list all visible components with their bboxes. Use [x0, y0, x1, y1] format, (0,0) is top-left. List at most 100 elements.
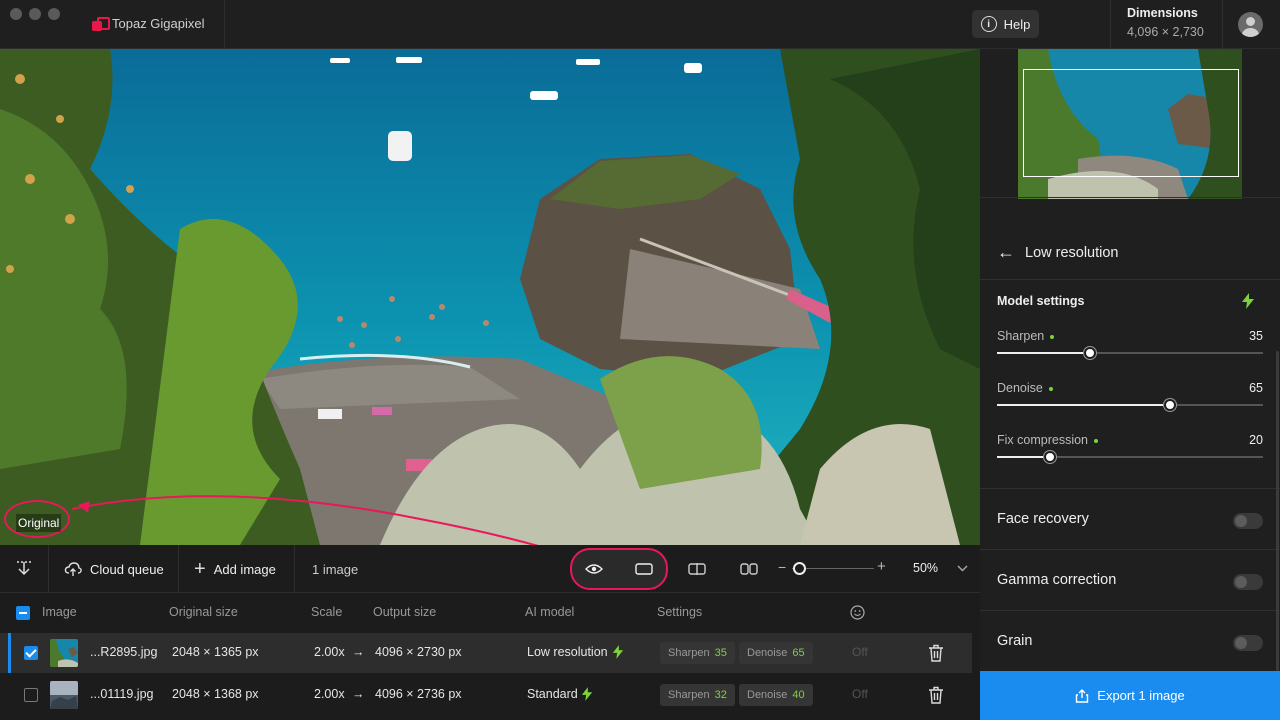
scale-value[interactable]: 2.00x	[314, 687, 345, 701]
add-image-button[interactable]: + Add image	[194, 545, 276, 593]
panel-divider	[980, 279, 1280, 280]
column-scale[interactable]: Scale	[311, 605, 342, 619]
navigator-viewport[interactable]	[1023, 69, 1239, 177]
sharpen-chip-label: Sharpen	[668, 647, 710, 659]
single-view-button[interactable]	[632, 557, 656, 581]
denoise-value: 65	[1249, 381, 1263, 395]
face-recovery-label: Face recovery	[997, 511, 1089, 527]
dimensions-value: 4,096 × 2,730	[1127, 25, 1204, 39]
topaz-logo-icon	[92, 16, 110, 31]
split-view-icon	[688, 563, 706, 575]
sharpen-chip: Sharpen 32	[660, 684, 735, 706]
panel-scrollbar[interactable]	[1276, 351, 1279, 671]
info-icon: i	[980, 16, 997, 32]
column-image[interactable]: Image	[42, 605, 77, 619]
table-row[interactable]: ...01119.jpg 2048 × 1368 px 2.00x → 4096…	[0, 675, 972, 715]
ai-model[interactable]: Standard	[527, 687, 578, 701]
title-divider	[1222, 0, 1223, 49]
zoom-level[interactable]: 50%	[913, 561, 938, 575]
download-button[interactable]	[14, 545, 34, 593]
trash-icon[interactable]	[928, 644, 944, 662]
column-output-size[interactable]: Output size	[373, 605, 436, 619]
column-settings[interactable]: Settings	[657, 605, 702, 619]
split-view-button[interactable]	[685, 557, 709, 581]
close-window-button[interactable]	[10, 8, 22, 20]
help-label: Help	[1003, 16, 1031, 32]
lightning-icon	[581, 687, 593, 701]
panel-divider	[980, 197, 1280, 198]
denoise-chip: Denoise 65	[739, 642, 813, 664]
select-all-checkbox[interactable]	[16, 606, 30, 620]
column-original-size[interactable]: Original size	[169, 605, 238, 619]
face-recovery-status: Off	[852, 687, 868, 701]
slider-track[interactable]	[997, 451, 1263, 463]
sharpen-slider[interactable]: Sharpen 35	[997, 329, 1263, 369]
bottom-toolbar: Cloud queue + Add image 1 image − + 50%	[0, 545, 980, 593]
add-image-label: Add image	[213, 561, 276, 577]
grain-toggle[interactable]	[1233, 635, 1263, 651]
minimize-window-button[interactable]	[29, 8, 41, 20]
sharpen-chip-value: 35	[714, 647, 727, 659]
title-divider	[1110, 0, 1111, 49]
title-bar: Topaz Gigapixel i Help Dimensions 4,096 …	[0, 0, 1280, 49]
panel-divider	[980, 610, 1280, 611]
export-label: Export 1 image	[1097, 688, 1185, 703]
title-divider	[224, 0, 225, 49]
slider-handle[interactable]	[1044, 451, 1057, 463]
image-thumbnail	[50, 681, 78, 709]
denoise-chip-value: 40	[792, 689, 805, 701]
denoise-chip: Denoise 40	[739, 684, 813, 706]
original-size: 2048 × 1365 px	[172, 645, 259, 659]
face-recovery-toggle[interactable]	[1233, 513, 1263, 529]
column-ai-model[interactable]: AI model	[525, 605, 574, 619]
gamma-correction-toggle[interactable]	[1233, 574, 1263, 590]
panel-divider	[980, 549, 1280, 550]
slider-fill	[997, 352, 1091, 354]
sharpen-value: 35	[1249, 329, 1263, 343]
arrow-left-icon: ←	[997, 242, 1015, 262]
row-checkbox[interactable]	[24, 688, 38, 702]
thumbnail-photo	[50, 639, 78, 667]
maximize-window-button[interactable]	[48, 8, 60, 20]
back-to-models[interactable]: ← Low resolution	[997, 242, 1119, 263]
help-button[interactable]: i Help	[972, 10, 1039, 38]
lightning-icon	[612, 645, 624, 659]
toolbar-divider	[48, 545, 49, 593]
user-avatar[interactable]	[1238, 12, 1263, 37]
zoom-slider-handle[interactable]	[793, 562, 806, 575]
model-settings-title: Model settings	[997, 294, 1085, 308]
chevron-down-icon[interactable]	[957, 565, 968, 572]
slider-track[interactable]	[997, 399, 1263, 411]
image-preview[interactable]: Original	[0, 49, 980, 545]
trash-icon[interactable]	[928, 686, 944, 704]
denoise-label: Denoise	[997, 381, 1053, 395]
denoise-slider[interactable]: Denoise 65	[997, 381, 1263, 421]
side-by-side-button[interactable]	[737, 557, 761, 581]
eye-icon	[585, 564, 603, 574]
grain-label: Grain	[997, 633, 1033, 649]
denoise-chip-value: 65	[792, 647, 805, 659]
cloud-queue-button[interactable]: Cloud queue	[64, 545, 164, 593]
slider-track[interactable]	[997, 347, 1263, 359]
sharpen-chip-value: 32	[714, 689, 727, 701]
zoom-out-icon[interactable]: −	[778, 559, 786, 575]
settings-panel: ← Low resolution Model settings Sharpen …	[980, 49, 1280, 720]
table-row[interactable]: ...R2895.jpg 2048 × 1365 px 2.00x → 4096…	[0, 633, 972, 673]
slider-handle[interactable]	[1163, 399, 1176, 411]
zoom-in-icon[interactable]: +	[877, 558, 886, 575]
row-checkbox[interactable]	[24, 646, 38, 660]
output-size: 4096 × 2730 px	[375, 645, 462, 659]
export-button[interactable]: Export 1 image	[980, 671, 1280, 720]
fix-compression-slider[interactable]: Fix compression 20	[997, 433, 1263, 473]
preview-eye-button[interactable]	[582, 557, 606, 581]
gamma-correction-label: Gamma correction	[997, 572, 1117, 588]
ai-model[interactable]: Low resolution	[527, 645, 608, 659]
arrow-right-icon: →	[352, 645, 365, 659]
single-view-icon	[635, 563, 653, 575]
slider-handle[interactable]	[1084, 347, 1097, 359]
share-icon	[1076, 688, 1089, 703]
denoise-chip-label: Denoise	[747, 647, 788, 659]
toolbar-divider	[294, 545, 295, 593]
sharpen-label: Sharpen	[997, 329, 1055, 343]
scale-value[interactable]: 2.00x	[314, 645, 345, 659]
